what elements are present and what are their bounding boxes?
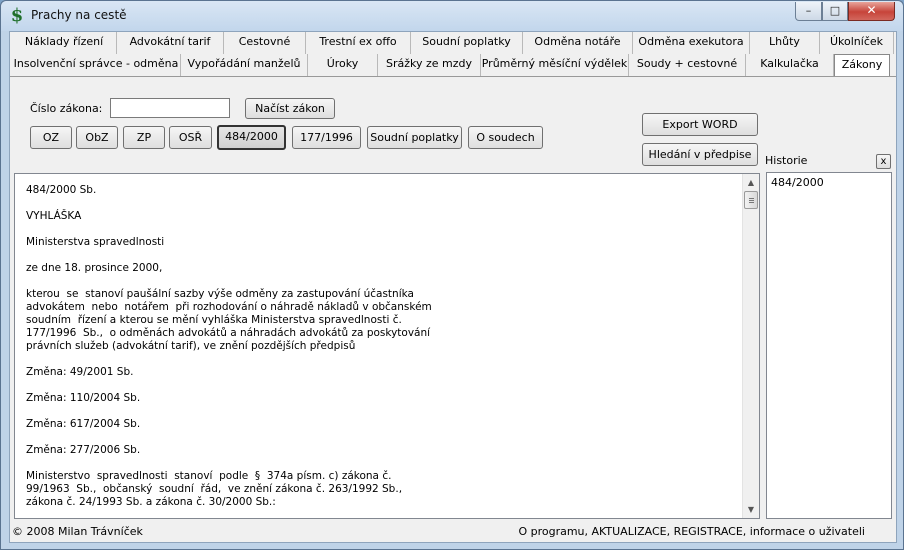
tab-odmena-notare[interactable]: Odměna notáře xyxy=(523,32,633,54)
tab-row-1: Náklady řízení Advokátní tarif Cestovné … xyxy=(12,32,894,54)
tab-kalkulacka[interactable]: Kalkulačka xyxy=(746,54,834,76)
load-law-button[interactable]: Načíst zákon xyxy=(245,98,335,119)
minimize-button[interactable]: – xyxy=(795,2,822,21)
main-panel: Náklady řízení Advokátní tarif Cestovné … xyxy=(9,31,897,543)
scroll-up-arrow-icon[interactable]: ▲ xyxy=(743,174,759,191)
law-484-2000-button[interactable]: 484/2000 xyxy=(217,125,286,150)
osr-button[interactable]: OSŘ xyxy=(169,126,212,149)
grip-line xyxy=(749,202,754,203)
grip-line xyxy=(749,200,754,201)
grip-line xyxy=(749,198,754,199)
history-list[interactable]: 484/2000 xyxy=(766,172,892,519)
tab-odmena-exekutora[interactable]: Odměna exekutora xyxy=(633,32,750,54)
scroll-down-arrow-icon[interactable]: ▼ xyxy=(743,501,759,518)
scroll-thumb[interactable] xyxy=(744,191,758,209)
window-title: Prachy na cestě xyxy=(31,8,127,22)
app-window: $ Prachy na cestě – □ ✕ Náklady řízení A… xyxy=(0,0,904,550)
obz-button[interactable]: ObZ xyxy=(76,126,118,149)
tab-srazky-ze-mzdy[interactable]: Srážky ze mzdy xyxy=(378,54,481,76)
tab-zakony[interactable]: Zákony xyxy=(834,54,890,76)
history-item[interactable]: 484/2000 xyxy=(771,176,824,189)
copyright-text: © 2008 Milan Trávníček xyxy=(12,525,143,538)
tab-insolvencni-spravce[interactable]: Insolvenční správce - odměna xyxy=(12,54,181,76)
title-bar[interactable]: $ Prachy na cestě – □ ✕ xyxy=(1,1,903,31)
vertical-scrollbar[interactable]: ▲ ▼ xyxy=(742,174,759,518)
tab-trestni-ex-offo[interactable]: Trestní ex offo xyxy=(306,32,411,54)
law-text-area[interactable]: 484/2000 Sb. VYHLÁŠKA Ministerstva sprav… xyxy=(14,173,760,519)
close-button[interactable]: ✕ xyxy=(848,2,895,21)
maximize-button[interactable]: □ xyxy=(822,2,848,21)
oz-button[interactable]: OZ xyxy=(30,126,72,149)
court-fees-button[interactable]: Soudní poplatky xyxy=(367,126,462,149)
tab-advokatni-tarif[interactable]: Advokátní tarif xyxy=(117,32,224,54)
tab-soudy-cestovne[interactable]: Soudy + cestovné xyxy=(629,54,746,76)
tab-ukolnicek[interactable]: Úkolníček xyxy=(820,32,894,54)
search-in-law-button[interactable]: Hledání v předpise xyxy=(642,143,758,166)
law-text: 484/2000 Sb. VYHLÁŠKA Ministerstva sprav… xyxy=(26,184,432,508)
tab-uroky[interactable]: Úroky xyxy=(308,54,378,76)
tab-divider xyxy=(10,76,896,77)
about-courts-button[interactable]: O soudech xyxy=(468,126,543,149)
dollar-app-icon: $ xyxy=(10,5,24,26)
tab-lhuty[interactable]: Lhůty xyxy=(750,32,820,54)
tab-row-2: Insolvenční správce - odměna Vypořádání … xyxy=(12,54,890,76)
tab-soudni-poplatky[interactable]: Soudní poplatky xyxy=(411,32,523,54)
status-bar: © 2008 Milan Trávníček O programu, AKTUA… xyxy=(10,522,896,542)
about-program-link[interactable]: O programu, AKTUALIZACE, REGISTRACE, inf… xyxy=(518,525,865,538)
tab-naklady-rizeni[interactable]: Náklady řízení xyxy=(12,32,117,54)
history-label: Historie xyxy=(765,154,808,167)
zp-button[interactable]: ZP xyxy=(123,126,165,149)
law-number-input[interactable] xyxy=(110,98,230,118)
tab-vyporadani-manzelu[interactable]: Vypořádání manželů xyxy=(181,54,308,76)
law-177-1996-button[interactable]: 177/1996 xyxy=(292,126,361,149)
tab-cestovne[interactable]: Cestovné xyxy=(224,32,306,54)
history-close-button[interactable]: x xyxy=(876,154,891,169)
tab-prumerny-vydelek[interactable]: Průměrný měsíční výdělek xyxy=(481,54,629,76)
export-word-button[interactable]: Export WORD xyxy=(642,113,758,136)
law-number-label: Číslo zákona: xyxy=(30,102,103,115)
